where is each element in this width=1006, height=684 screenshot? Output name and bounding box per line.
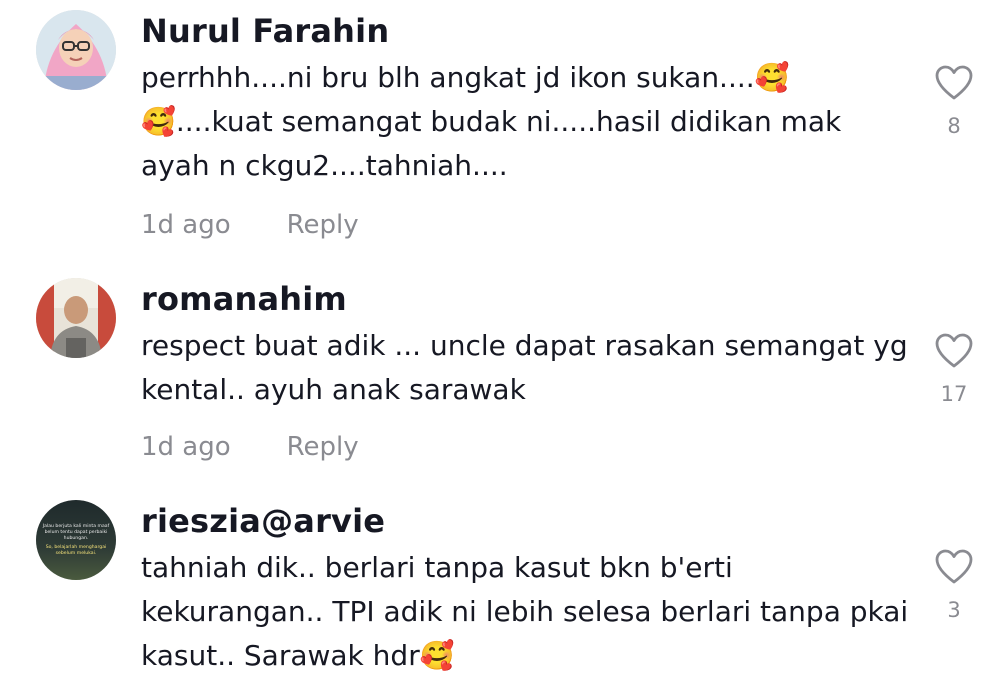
heart-icon[interactable]: [934, 332, 974, 370]
comment-time: 1d ago: [141, 432, 231, 462]
like-count: 3: [947, 598, 961, 622]
comment-username[interactable]: romanahim: [141, 280, 347, 318]
avatar[interactable]: [36, 10, 116, 90]
profile-photo-icon: Jalau berjuta kali minta maaf belum tent…: [36, 500, 116, 580]
avatar-quote-line: Jalau berjuta kali minta maaf: [42, 523, 110, 529]
avatar[interactable]: [36, 278, 116, 358]
like-count: 17: [940, 382, 968, 406]
like-button[interactable]: 17: [930, 332, 978, 406]
avatar[interactable]: Jalau berjuta kali minta maaf belum tent…: [36, 500, 116, 580]
profile-photo-icon: [36, 10, 116, 90]
comment-item: Nurul Farahin perrhhh....ni bru blh angk…: [0, 10, 1006, 246]
avatar-quote-line: belum tentu dapat perbaiki: [45, 529, 108, 535]
comment-text: respect buat adik ... uncle dapat rasaka…: [141, 329, 908, 406]
reply-button[interactable]: Reply: [287, 432, 359, 462]
comment-time: 1d ago: [141, 210, 231, 240]
heart-icon[interactable]: [934, 64, 974, 102]
avatar-quote-line: hubungan.: [64, 535, 89, 541]
avatar-quote-line: sebelum melukai.: [56, 550, 97, 556]
comment-meta: 1d ago Reply: [141, 210, 359, 240]
avatar-quote-line: So, belajarlah menghargai: [46, 544, 107, 550]
comment-text: tahniah dik.. berlari tanpa kasut bkn b'…: [141, 551, 909, 672]
reply-button[interactable]: Reply: [287, 210, 359, 240]
comment-username[interactable]: Nurul Farahin: [141, 12, 389, 50]
profile-photo-icon: [36, 278, 116, 358]
like-count: 8: [947, 114, 961, 138]
like-button[interactable]: 3: [930, 548, 978, 622]
heart-icon[interactable]: [934, 548, 974, 586]
comment-item: romanahim respect buat adik ... uncle da…: [0, 278, 1006, 468]
comment-meta: 1d ago Reply: [141, 432, 359, 462]
comment-username[interactable]: rieszia@arvie: [141, 502, 385, 540]
like-button[interactable]: 8: [930, 64, 978, 138]
comment-text: perrhhh....ni bru blh angkat jd ikon suk…: [141, 61, 842, 182]
comment-item: Jalau berjuta kali minta maaf belum tent…: [0, 500, 1006, 684]
